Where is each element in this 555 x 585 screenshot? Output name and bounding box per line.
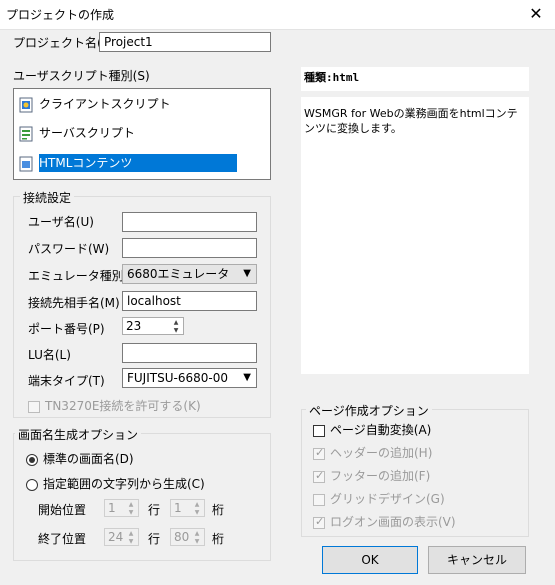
standard-name-label: 標準の画面名(D) [43,452,134,466]
add-header-checkbox[interactable]: ✓ ヘッダーの追加(H) [313,444,432,461]
spin-down-icon[interactable]: ▼ [124,537,138,546]
start-row-spinner[interactable]: 1 ▲ ▼ [104,499,139,517]
server-script-icon [19,126,33,142]
checkbox-box [313,493,325,506]
connection-settings-legend: 接続設定 [20,189,75,206]
grid-design-label: グリッドデザイン(G) [330,492,445,506]
auto-convert-label: ページ自動変換(A) [330,423,432,437]
range-name-radio[interactable]: 指定範囲の文字列から生成(C) [26,475,205,492]
col-unit-label: 桁 [212,503,225,517]
grid-design-checkbox[interactable]: グリッドデザイン(G) [313,490,445,507]
show-logon-label: ログオン画面の表示(V) [330,515,456,529]
chevron-down-icon: ▼ [243,268,251,279]
emulator-select-value: 6680エミュレータ [127,267,230,281]
checkbox-box [28,400,40,413]
info-kind-text: 種類:html [304,71,360,84]
show-logon-checkbox[interactable]: ✓ ログオン画面の表示(V) [313,513,456,530]
auto-convert-checkbox[interactable]: ページ自動変換(A) [313,421,431,438]
start-col-spinner[interactable]: 1 ▲ ▼ [170,499,205,517]
client-script-icon [19,97,33,113]
col-unit-label: 桁 [212,532,225,546]
tn3270e-checkbox[interactable]: TN3270E接続を許可する(K) [28,397,201,414]
spin-down-icon[interactable]: ▼ [169,326,183,335]
window-title: プロジェクトの作成 [6,8,115,22]
tn3270e-label: TN3270E接続を許可する(K) [45,399,201,413]
end-col-spinner[interactable]: 80 ▲ ▼ [170,528,205,546]
script-type-listbox[interactable]: クライアントスクリプト サーバスクリプト HTMLコンテンツ [13,88,271,180]
start-row-value: 1 [108,501,116,515]
project-name-input[interactable]: Project1 [99,32,271,52]
port-value: 23 [126,319,142,333]
script-type-item-label: サーバスクリプト [39,126,135,140]
user-label: ユーザ名(U) [28,215,94,229]
page-options-legend: ページ作成オプション [306,402,432,419]
spin-down-icon[interactable]: ▼ [124,508,138,517]
info-description-text: WSMGR for Webの業務画面をhtmlコンテンツに変換します。 [304,107,518,135]
end-row-spinner[interactable]: 24 ▲ ▼ [104,528,139,546]
radio-button [26,478,38,491]
user-input[interactable] [122,212,257,232]
spin-down-icon[interactable]: ▼ [190,508,204,517]
end-row-value: 24 [108,530,124,544]
checkmark-icon: ✓ [315,468,325,482]
spin-down-icon[interactable]: ▼ [190,537,204,546]
chevron-down-icon: ▼ [243,372,251,383]
lu-label: LU名(L) [28,348,71,362]
host-input[interactable]: localhost [122,291,257,311]
lu-input[interactable] [122,343,257,363]
row-unit-label: 行 [148,503,161,517]
screen-name-options-legend: 画面名生成オプション [15,426,142,443]
script-type-item-label: HTMLコンテンツ [39,154,237,172]
password-label: パスワード(W) [28,242,110,256]
password-input[interactable] [122,238,257,258]
terminal-select-value: FUJITSU-6680-00 [127,371,228,385]
port-label: ポート番号(P) [28,322,105,336]
checkbox-box: ✓ [313,445,325,460]
cancel-button[interactable]: キャンセル [428,546,526,574]
script-type-item-label: クライアントスクリプト [39,97,171,111]
script-type-item-html[interactable]: HTMLコンテンツ [19,154,237,172]
end-col-value: 80 [174,530,190,544]
start-col-value: 1 [174,501,182,515]
standard-name-radio[interactable]: 標準の画面名(D) [26,450,134,467]
add-footer-checkbox[interactable]: ✓ フッターの追加(F) [313,467,430,484]
add-footer-label: フッターの追加(F) [330,469,431,483]
port-spinner[interactable]: 23 ▲ ▼ [122,317,184,335]
range-name-label: 指定範囲の文字列から生成(C) [43,477,205,491]
terminal-select[interactable]: FUJITSU-6680-00 ▼ [122,368,257,388]
checkmark-icon: ✓ [315,514,325,528]
script-type-item-server[interactable]: サーバスクリプト [19,124,135,142]
ok-button[interactable]: OK [322,546,418,574]
script-type-item-client[interactable]: クライアントスクリプト [19,95,171,113]
start-position-label: 開始位置 [38,503,87,517]
emulator-select[interactable]: 6680エミュレータ ▼ [122,264,257,284]
checkbox-box: ✓ [313,514,325,529]
terminal-label: 端末タイプ(T) [28,374,105,388]
end-position-label: 終了位置 [38,532,87,546]
checkbox-box: ✓ [313,468,325,483]
add-header-label: ヘッダーの追加(H) [330,446,433,460]
checkmark-icon: ✓ [315,445,325,459]
checkbox-box [313,424,325,437]
info-description-panel [301,97,529,374]
row-unit-label: 行 [148,532,161,546]
script-type-label: ユーザスクリプト種別(S) [13,69,150,83]
radio-button [26,453,38,466]
host-label: 接続先相手名(M) [28,296,120,310]
html-content-icon [19,156,33,172]
close-button[interactable]: ✕ [522,3,550,25]
